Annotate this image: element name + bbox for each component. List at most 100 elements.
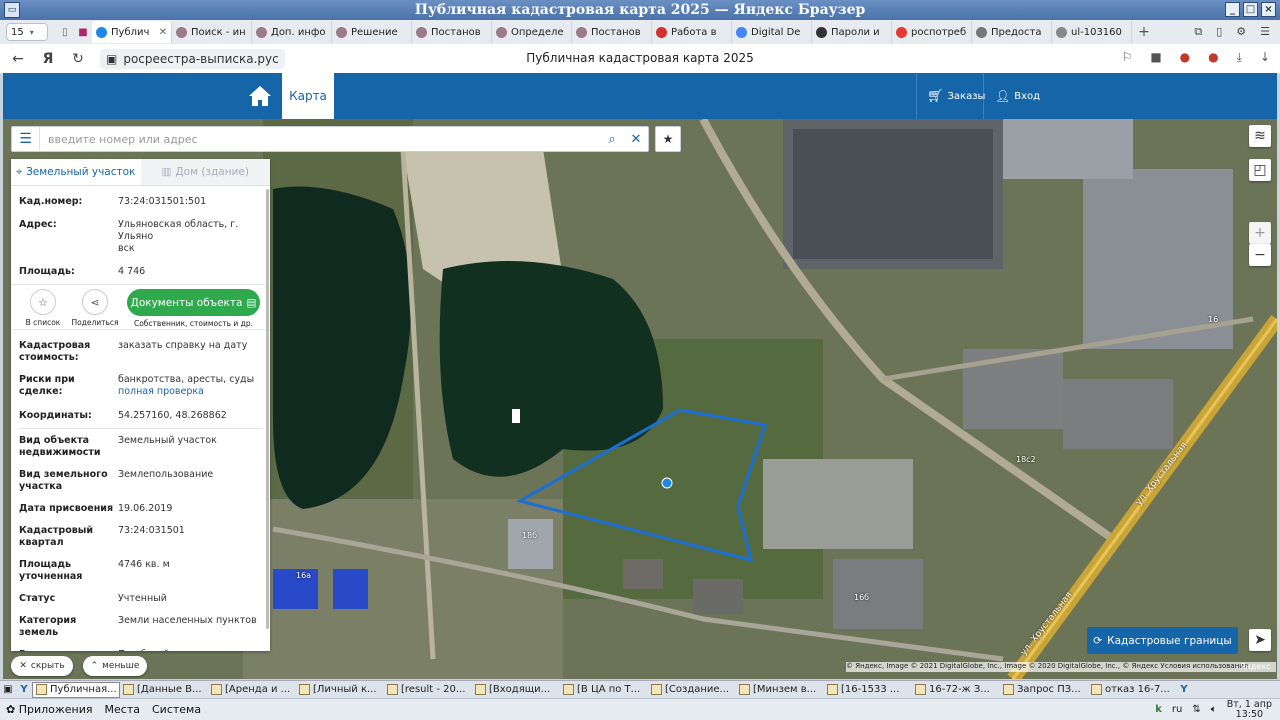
layers-icon[interactable]: ≋ (1249, 125, 1271, 147)
geolocation-icon[interactable]: ➤ (1249, 629, 1271, 651)
zoom-in-button[interactable]: + (1249, 222, 1271, 244)
clear-search-icon[interactable]: ✕ (624, 132, 648, 147)
share-icon: ⋖ (82, 289, 108, 315)
downloads-icon[interactable]: ⤓ (1237, 50, 1242, 65)
orders-button[interactable]: 🛒︎ Заказы (916, 73, 985, 119)
new-tab-button[interactable]: + (1132, 24, 1156, 40)
browser-tab-label: Предоста (991, 26, 1042, 38)
browser-tab[interactable]: Доп. инфо (252, 21, 332, 43)
browser-tab[interactable]: Предоста (972, 21, 1052, 43)
object-documents-button[interactable]: Документы объекта ▤ (127, 289, 260, 316)
taskbar-window-item[interactable]: [В ЦА по Т... (560, 682, 648, 698)
browser-tab[interactable]: Постанов (572, 21, 652, 43)
order-certificate-link[interactable]: заказать справку на дату (118, 340, 262, 364)
taskbar-window-item[interactable]: Публичная... (32, 681, 120, 698)
minimize-button[interactable]: _ (1225, 2, 1240, 17)
extensions-icon[interactable]: ⚙ (1236, 25, 1246, 39)
hamburger-menu-icon[interactable]: ☰ (12, 127, 40, 151)
add-to-list-button[interactable]: ☆ В список (17, 289, 69, 327)
browser-tab[interactable]: Определе (492, 21, 572, 43)
taskbar-window-item[interactable]: Запрос ПЗ... (1000, 682, 1088, 698)
pinned-tab-mail-icon[interactable]: ■ (74, 20, 92, 44)
browser-tab-label: Постанов (431, 26, 481, 38)
system-menu[interactable]: Система (146, 703, 207, 716)
browser-tab[interactable]: Работа в (652, 21, 732, 43)
taskbar-window-item[interactable]: [result - 20... (384, 682, 472, 698)
bookmark-icon[interactable]: ▯ (1216, 25, 1222, 39)
row-cad-number: Кад.номер: 73:24:031501:501 (11, 196, 270, 208)
nav-map-tab[interactable]: Карта (282, 73, 334, 119)
yandex-taskbar-icon[interactable]: Y (1176, 682, 1192, 698)
pinned-tab-doc-icon[interactable]: ▯ (56, 20, 74, 44)
taskbar-window-item[interactable]: [Минзем в... (736, 682, 824, 698)
taskbar-item-label: Запрос ПЗ... (1017, 684, 1081, 695)
maximize-button[interactable]: □ (1243, 2, 1258, 17)
tab-land-plot[interactable]: ⌖ Земельный участок (11, 159, 141, 185)
taskbar-window-item[interactable]: [16-1533 ... (824, 682, 912, 698)
fullscreen-icon[interactable]: ◰ (1249, 159, 1271, 181)
taskbar-window-item[interactable]: 16-72-ж З... (912, 682, 1000, 698)
download-arrow-icon[interactable]: ↓ (1260, 50, 1270, 65)
url-field[interactable]: ▣ росреестра-выписка.рус (100, 48, 285, 69)
close-window-button[interactable]: × (1261, 2, 1276, 17)
browser-tab[interactable]: Постанов (412, 21, 492, 43)
tab-building[interactable]: ▥ Дом (здание) (140, 159, 270, 185)
tab-manager-icon[interactable]: ⧉ (1194, 25, 1202, 39)
bookmark-add-icon[interactable]: ■ (1150, 50, 1161, 65)
cadastral-boundaries-button[interactable]: ⟳ Кадастровые границы (1087, 627, 1238, 654)
search-icon[interactable]: ⌕ (600, 132, 624, 147)
window-menu-icon[interactable]: ▭ (4, 2, 20, 18)
k-app-icon[interactable]: k (1155, 704, 1162, 715)
taskbar-item-label: [Создание... (665, 684, 730, 695)
browser-tab[interactable]: Digital De (732, 21, 812, 43)
taskbar-window-item[interactable]: [Создание... (648, 682, 736, 698)
full-check-link[interactable]: полная проверка (118, 386, 204, 397)
browser-tab[interactable]: Пароли и (812, 21, 892, 43)
volume-icon[interactable]: 🔈︎ (1211, 704, 1217, 715)
extension-icon-1[interactable]: ● (1180, 50, 1190, 65)
reader-mode-icon[interactable]: ⚐ (1122, 50, 1133, 65)
menu-icon[interactable]: ☰ (1260, 25, 1270, 39)
yandex-logo-icon[interactable]: Я (36, 51, 60, 67)
close-tab-icon[interactable]: ✕ (159, 27, 167, 38)
keyboard-layout[interactable]: ru (1172, 704, 1182, 715)
cad-number-link[interactable]: 73:24:031501:501 (118, 196, 262, 208)
search-input[interactable] (40, 132, 600, 146)
hide-panel-button[interactable]: ✕ скрыть (11, 656, 73, 676)
network-icon[interactable]: ⇅ (1192, 704, 1200, 715)
browser-tab[interactable]: Публич ✕ (92, 21, 172, 43)
login-label: Вход (1014, 90, 1041, 102)
browser-tab[interactable]: Поиск - ин (172, 21, 252, 43)
share-label: Поделиться (71, 318, 119, 327)
share-button[interactable]: ⋖ Поделиться (69, 289, 121, 327)
search-bar: ☰ ⌕ ✕ (11, 126, 649, 152)
browser-tab[interactable]: Решение (332, 21, 412, 43)
panel-scrollbar[interactable] (266, 189, 269, 629)
detail-row: Статус Учтенный (11, 593, 270, 605)
reload-icon[interactable]: ↻ (66, 51, 90, 67)
taskbar-window-item[interactable]: отказ 16-7... (1088, 682, 1176, 698)
back-arrow-icon[interactable]: ← (6, 51, 30, 67)
apps-menu[interactable]: ✿ Приложения (0, 703, 99, 716)
home-icon[interactable] (248, 85, 272, 107)
show-desktop-icon[interactable]: ▣ (0, 682, 16, 698)
browser-tab[interactable]: ul-103160 (1052, 21, 1132, 43)
window-icon (915, 684, 926, 695)
tab-favicon-icon (576, 26, 587, 38)
yandex-launcher-icon[interactable]: Y (16, 682, 32, 698)
taskbar-item-label: [Входящи... (489, 684, 551, 695)
browser-tab[interactable]: роспотреб (892, 21, 972, 43)
taskbar-window-item[interactable]: [Личный к... (296, 682, 384, 698)
tab-counter[interactable]: 15 ▾ (6, 23, 48, 41)
taskbar-window-item[interactable]: [Входящи... (472, 682, 560, 698)
places-menu[interactable]: Места (99, 703, 146, 716)
taskbar-window-item[interactable]: [Аренда и ... (208, 682, 296, 698)
favorites-star-icon[interactable]: ★ (655, 126, 681, 152)
extension-icon-2[interactable]: ● (1208, 50, 1218, 65)
zoom-out-button[interactable]: − (1249, 244, 1271, 266)
window-title: Публичная кадастровая карта 2025 — Яндек… (414, 2, 866, 18)
login-button[interactable]: 👤︎ Вход (985, 73, 1045, 119)
clock[interactable]: Вт, 1 апр 13:50 (1227, 699, 1272, 720)
less-button[interactable]: ⌃ меньше (83, 656, 147, 676)
taskbar-window-item[interactable]: [Данные В... (120, 682, 208, 698)
